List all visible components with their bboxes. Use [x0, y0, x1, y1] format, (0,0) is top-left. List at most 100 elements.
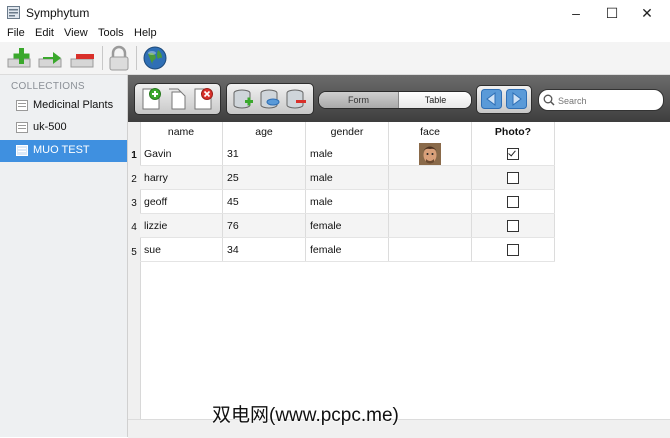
lock-icon[interactable] — [108, 45, 130, 71]
row-number: 5 — [131, 247, 137, 258]
photo-checkbox[interactable] — [507, 219, 519, 232]
sidebar-item-label: MUO TEST — [33, 144, 90, 156]
cell-gender[interactable]: male — [305, 189, 389, 214]
previous-record-icon[interactable] — [481, 89, 502, 109]
column-header-name[interactable]: name — [140, 122, 223, 142]
navigation-group — [476, 85, 532, 114]
close-icon: ✕ — [641, 4, 653, 21]
cell-age[interactable]: 34 — [222, 237, 306, 262]
cell-age[interactable]: 45 — [222, 189, 306, 214]
collection-icon — [16, 145, 28, 156]
cell-photo[interactable] — [471, 165, 555, 190]
cell-gender[interactable]: female — [305, 213, 389, 238]
edit-field-icon[interactable] — [259, 87, 281, 111]
row-number: 3 — [131, 198, 137, 209]
cell-photo[interactable] — [471, 189, 555, 214]
cell-gender[interactable]: male — [305, 142, 389, 166]
cell-face[interactable] — [388, 213, 472, 238]
table-row[interactable]: geoff 45 male — [140, 189, 555, 214]
cell-age[interactable]: 25 — [222, 165, 306, 190]
cell-face[interactable] — [388, 237, 472, 262]
sidebar-item-label: uk-500 — [33, 121, 67, 133]
column-header-photo[interactable]: Photo? — [471, 122, 555, 142]
cell-photo[interactable] — [471, 237, 555, 262]
table-view-button[interactable]: Table — [398, 92, 471, 108]
maximize-icon: ☐ — [605, 4, 619, 21]
menu-tools[interactable]: Tools — [98, 27, 124, 39]
photo-checkbox[interactable] — [507, 195, 519, 208]
minimize-icon: – — [572, 5, 580, 21]
collection-icon — [16, 122, 28, 133]
records-table: name age gender face Photo? Gavin 31 mal… — [140, 122, 555, 262]
cell-age[interactable]: 76 — [222, 213, 306, 238]
record-toolbar: Form Table — [128, 75, 670, 122]
collections-heading: COLLECTIONS — [11, 81, 85, 92]
search-input[interactable] — [556, 92, 660, 109]
column-header-face[interactable]: face — [388, 122, 472, 142]
collection-icon — [16, 100, 28, 111]
main-toolbar — [0, 42, 670, 75]
add-record-icon[interactable] — [7, 46, 33, 70]
photo-checkbox[interactable] — [507, 243, 519, 256]
menu-view[interactable]: View — [64, 27, 88, 39]
horizontal-scrollbar[interactable] — [128, 419, 670, 438]
row-number: 2 — [131, 174, 137, 185]
column-header-age[interactable]: age — [222, 122, 306, 142]
delete-record-icon[interactable] — [70, 46, 96, 70]
cell-photo[interactable] — [471, 142, 555, 166]
cell-name[interactable]: sue — [140, 237, 223, 262]
toolbar-separator — [102, 46, 103, 70]
window-title: Symphytum — [26, 6, 90, 20]
cell-photo[interactable] — [471, 213, 555, 238]
toolbar-separator — [136, 46, 137, 70]
menu-bar: File Edit View Tools Help — [0, 26, 670, 42]
cell-gender[interactable]: female — [305, 237, 389, 262]
globe-icon[interactable] — [143, 46, 167, 70]
menu-help[interactable]: Help — [134, 27, 157, 39]
row-number: 4 — [131, 222, 137, 233]
record-button-group — [134, 83, 221, 115]
row-number: 1 — [131, 150, 137, 161]
photo-checkbox[interactable] — [507, 171, 519, 184]
menu-edit[interactable]: Edit — [35, 27, 54, 39]
table-row[interactable]: Gavin 31 male — [140, 142, 555, 166]
table-area: 1 2 3 4 5 name age gender face Photo? Ga… — [128, 122, 670, 438]
menu-file[interactable]: File — [7, 27, 25, 39]
column-header-gender[interactable]: gender — [305, 122, 389, 142]
face-photo-thumbnail — [419, 142, 441, 165]
sidebar-item-muo-test[interactable]: MUO TEST — [0, 140, 127, 162]
cell-name[interactable]: Gavin — [140, 142, 223, 166]
cell-age[interactable]: 31 — [222, 142, 306, 166]
search-icon — [543, 94, 555, 106]
delete-field-icon[interactable] — [285, 87, 307, 111]
field-button-group — [226, 83, 314, 115]
copy-record-icon[interactable] — [166, 87, 188, 111]
cell-gender[interactable]: male — [305, 165, 389, 190]
app-icon — [7, 6, 20, 19]
add-field-icon[interactable] — [232, 87, 254, 111]
view-toggle: Form Table — [318, 91, 472, 109]
watermark-text: 双电网(www.pcpc.me) — [212, 405, 399, 426]
sidebar-item-uk-500[interactable]: uk-500 — [0, 117, 127, 139]
table-row[interactable]: harry 25 male — [140, 165, 555, 190]
table-row[interactable]: lizzie 76 female — [140, 213, 555, 238]
sidebar-item-medicinal-plants[interactable]: Medicinal Plants — [0, 95, 127, 117]
close-button[interactable]: ✕ — [624, 0, 670, 26]
sidebar-item-label: Medicinal Plants — [33, 99, 114, 111]
title-bar: Symphytum – ☐ ✕ — [0, 0, 670, 26]
search-box — [538, 89, 664, 111]
next-record-icon[interactable] — [506, 89, 527, 109]
new-record-icon[interactable] — [140, 87, 162, 111]
photo-checkbox[interactable] — [507, 147, 519, 160]
duplicate-record-icon[interactable] — [38, 46, 64, 70]
cell-name[interactable]: geoff — [140, 189, 223, 214]
cell-name[interactable]: harry — [140, 165, 223, 190]
cell-face[interactable] — [388, 189, 472, 214]
collections-sidebar: COLLECTIONS Medicinal Plants uk-500 MUO … — [0, 75, 128, 437]
cell-face[interactable] — [388, 142, 472, 166]
form-view-button[interactable]: Form — [319, 92, 398, 108]
cell-name[interactable]: lizzie — [140, 213, 223, 238]
delete-record-doc-icon[interactable] — [192, 87, 214, 111]
cell-face[interactable] — [388, 165, 472, 190]
table-row[interactable]: sue 34 female — [140, 237, 555, 262]
